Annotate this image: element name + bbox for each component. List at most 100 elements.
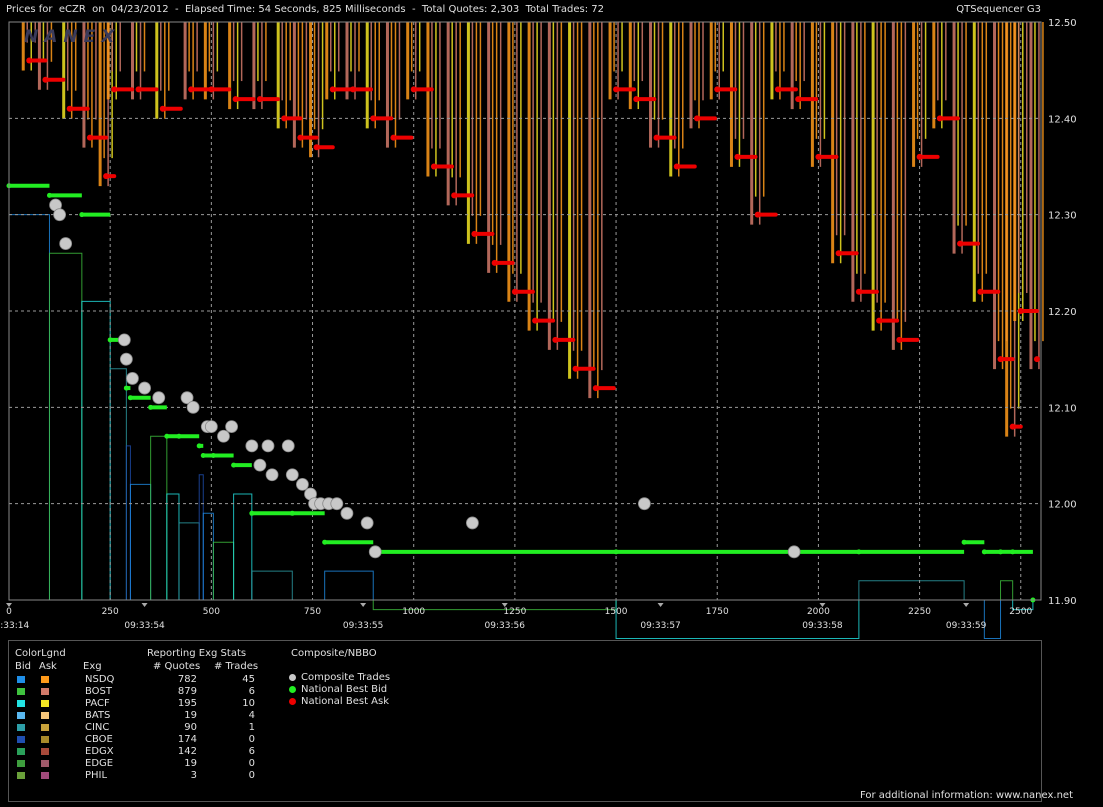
ask-point [159,105,166,112]
y-tick-label: 12.10 [1048,403,1077,414]
trade-point [217,429,230,443]
ask-point [876,317,883,324]
trade-point [59,237,73,250]
ask-header: Ask [39,661,57,672]
ask-point [653,134,660,141]
ask-point [297,134,304,141]
chart-title: Prices for eCZR on 04/23/2012 - Elapsed … [6,4,604,15]
bid-point [249,510,255,516]
bid-point [231,462,237,468]
bid-point [856,549,862,555]
bid-point [164,433,170,439]
bid-quote-line [983,600,1002,640]
ask-point [26,57,33,64]
ask-point [42,76,49,83]
time-label: 09:33:14 [0,621,29,631]
trade-point [186,400,200,414]
exg-name: CBOE [85,734,113,745]
exg-name: PACF [85,698,110,709]
ask-point [1017,308,1024,314]
x-tick-label: 500 [203,607,220,617]
ask-point [451,192,458,199]
x-tick-label: 1000 [402,607,425,617]
bid-point [127,395,133,401]
bid-color-swatch [17,676,25,683]
y-tick-label: 11.90 [1048,596,1077,607]
ask-point [390,134,397,141]
ask-point [313,144,320,151]
exg-header: Exg [83,661,102,672]
exg-name: EDGX [85,746,114,757]
ask-point [430,163,437,170]
quotes-header: # Quotes [153,661,201,672]
y-tick-label: 12.00 [1048,500,1077,511]
bid-point [961,539,967,545]
bid-color-swatch [17,760,25,767]
trades-count: 45 [242,674,255,685]
ask-point [855,288,862,295]
price-chart: NANEX 12.50 12.40 12.30 12.20 12.10 12.00 11.9… [0,18,1077,640]
bid-point [176,433,182,439]
ask-point [613,86,620,93]
app-name: QTSequencer G3 [956,4,1041,15]
ask-point [572,365,579,372]
time-label: 09:33:57 [640,621,680,631]
bid-point [322,539,328,545]
stats-title: Reporting Exg Stats [147,648,247,659]
nanex-watermark: NANEX [24,27,120,47]
ask-color-swatch [41,712,49,719]
trade-point [330,497,344,511]
quotes-count: 19 [184,758,197,769]
bid-color-swatch [17,688,25,695]
y-tick-label: 12.30 [1048,211,1077,222]
exg-name: EDGE [85,758,114,769]
ask-point [350,86,356,93]
x-tick-label: 1750 [706,607,729,617]
bid-point [148,404,154,410]
x-tick-label: 2500 [1009,607,1032,617]
trade-point [360,516,374,530]
y-tick-label: 12.40 [1048,114,1077,125]
quotes-count: 19 [184,710,197,721]
ask-point [491,259,498,266]
trade-point [152,391,166,405]
trade-point [261,439,275,453]
composite-label: Composite Trades [301,672,391,683]
x-tick-label: 2000 [807,607,830,617]
exg-name: BOST [85,686,113,697]
ask-point [532,317,539,324]
bid-header: Bid [15,661,31,672]
trade-point [138,381,151,395]
bid-color-swatch [17,700,25,707]
ask-point [592,385,599,392]
quotes-count: 142 [177,746,197,757]
trade-point [637,497,651,511]
composite-swatch [289,686,296,693]
time-label: 09:33:58 [802,621,843,631]
bid-point [210,453,216,458]
exg-name: BATS [85,710,111,721]
ask-point [754,211,761,218]
ask-point [511,288,518,295]
ask-point [281,115,288,122]
trade-point [245,439,259,453]
ask-point [410,86,417,93]
ask-point [370,115,377,122]
ask-point [232,96,239,103]
ask-point [977,288,984,295]
bid-point [123,385,129,391]
trades-count: 6 [248,686,255,697]
ask-point [471,230,478,237]
ask-point [103,173,110,180]
trade-point [281,439,295,453]
time-label: 09:33:55 [343,621,383,631]
ask-point [86,134,93,141]
y-tick-label: 12.50 [1048,18,1077,29]
ask-point [916,153,923,160]
ask-point [936,115,943,122]
ask-point [673,163,680,170]
bid-point [289,510,295,516]
ask-point [329,86,336,93]
colorlgnd-title: ColorLgnd [15,648,66,659]
ask-point [552,336,559,343]
